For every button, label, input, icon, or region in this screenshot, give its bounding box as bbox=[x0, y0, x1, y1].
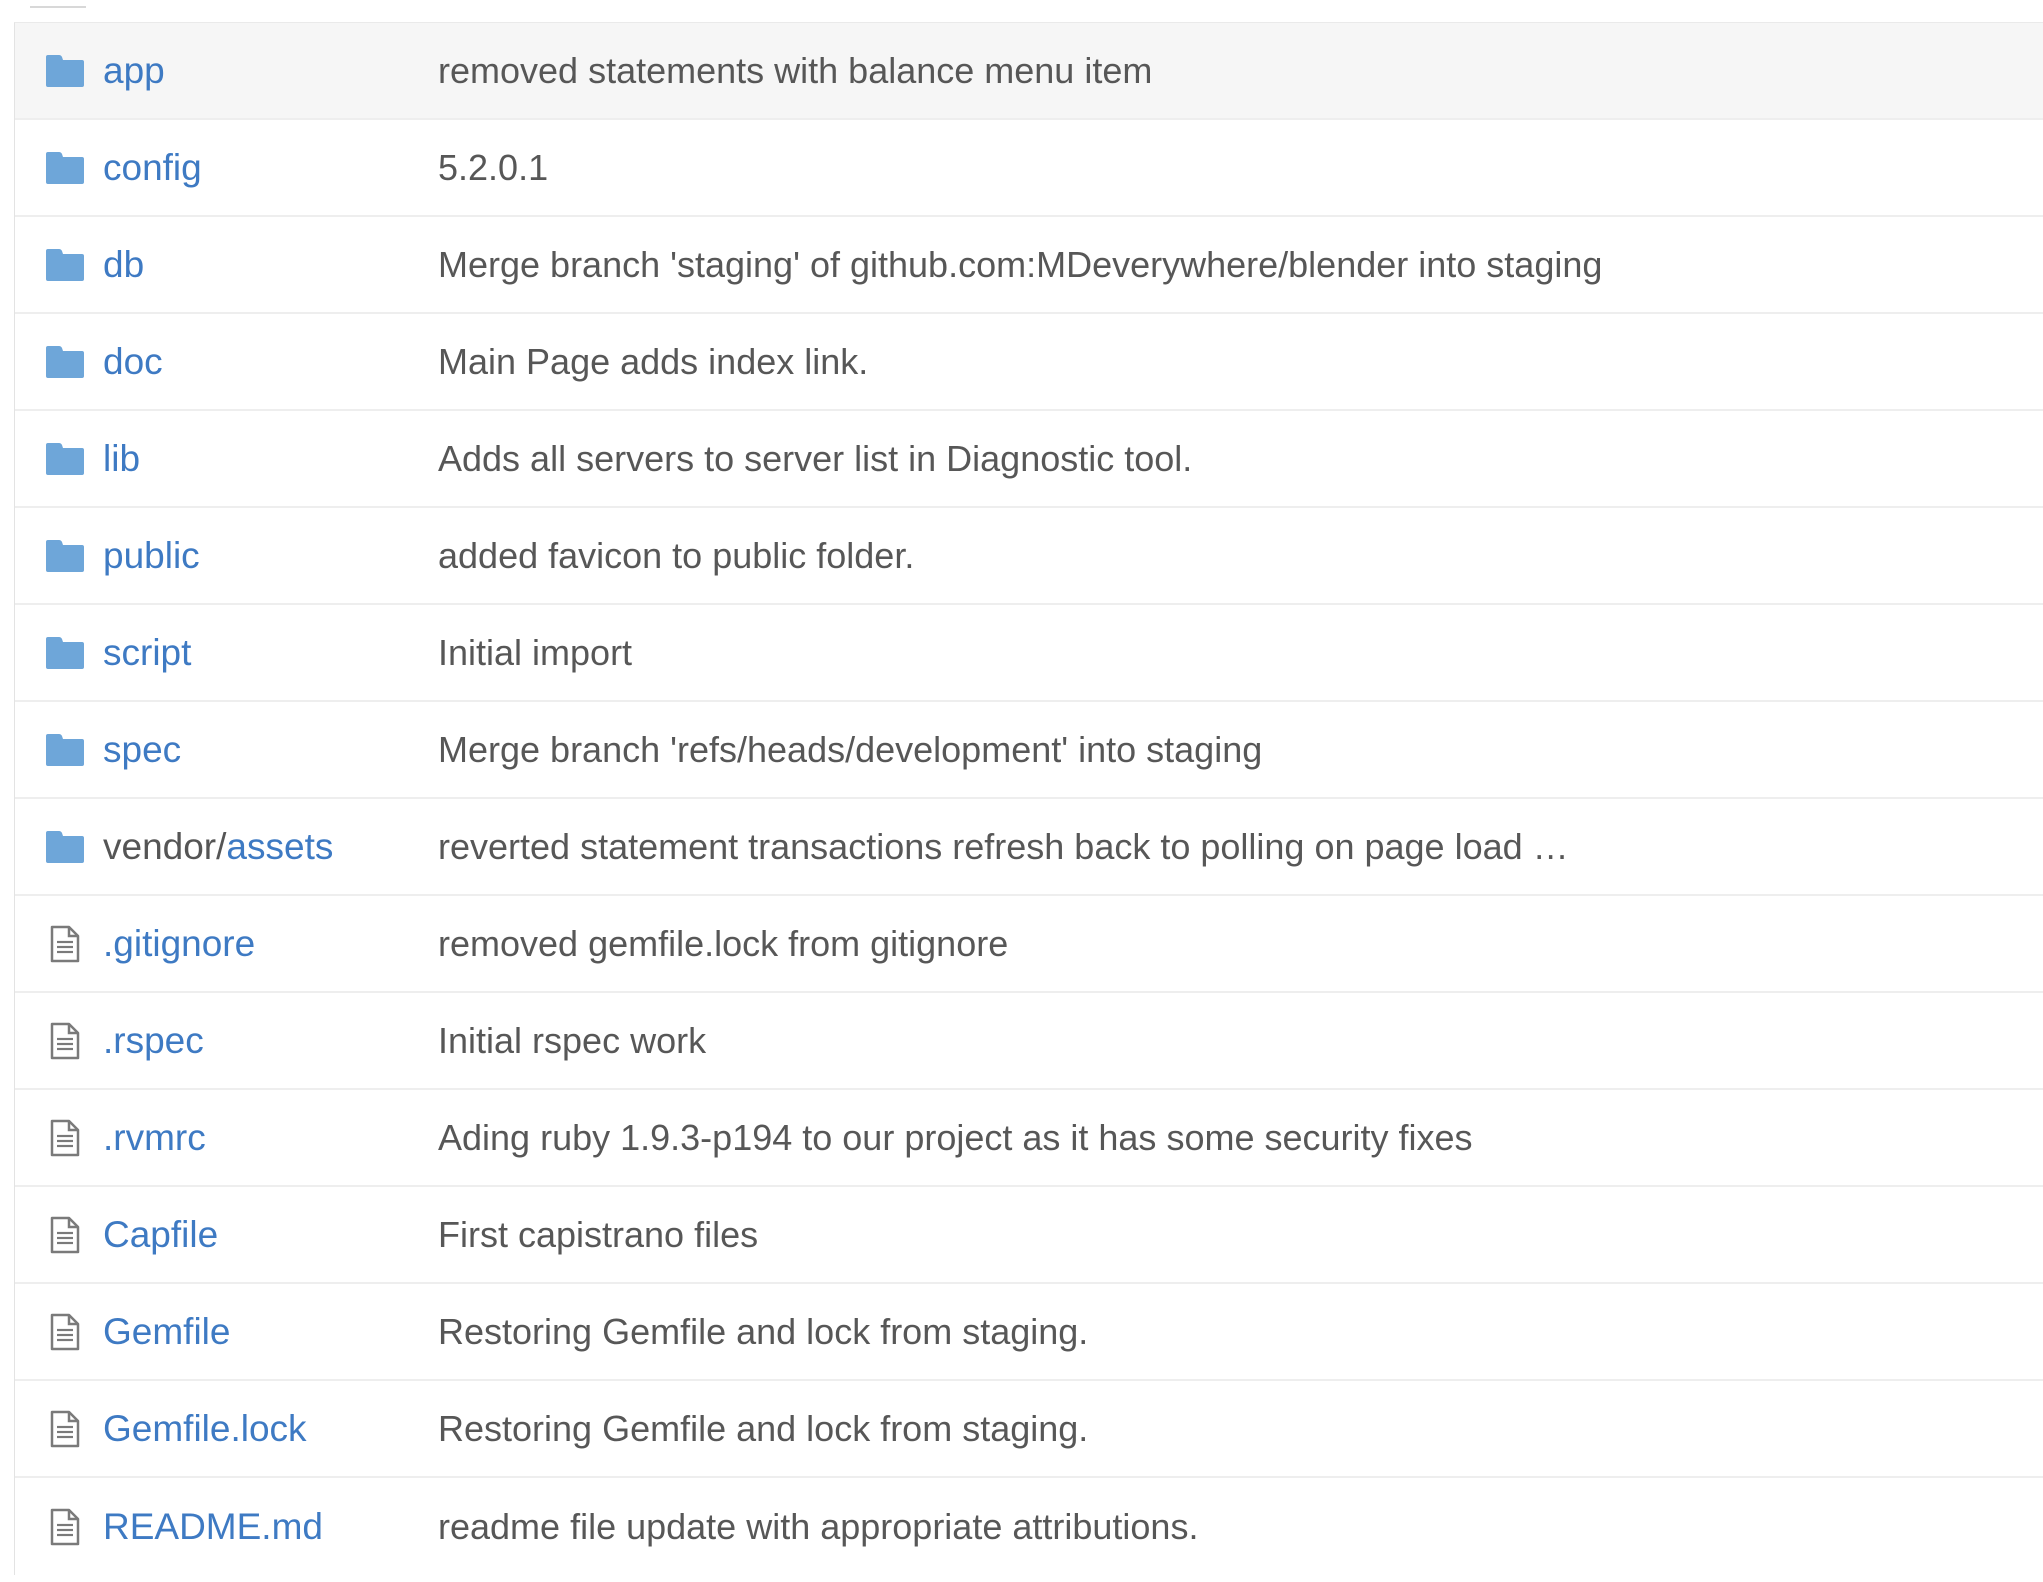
file-icon bbox=[45, 1021, 85, 1061]
commit-message-link[interactable]: Ading ruby 1.9.3-p194 to our project as … bbox=[438, 1117, 1473, 1159]
folder-icon bbox=[45, 342, 85, 382]
commit-message-link[interactable]: First capistrano files bbox=[438, 1214, 758, 1256]
file-row[interactable]: Gemfile Restoring Gemfile and lock from s… bbox=[15, 1284, 2043, 1381]
folder-name-link[interactable]: config bbox=[103, 147, 202, 189]
folder-icon bbox=[45, 51, 85, 91]
folder-name-link[interactable]: vendor/assets bbox=[103, 826, 333, 868]
commit-message-link[interactable]: Merge branch 'staging' of github.com:MDe… bbox=[438, 244, 1602, 286]
folder-name-link[interactable]: public bbox=[103, 535, 200, 577]
folder-name-link[interactable]: app bbox=[103, 50, 165, 92]
file-icon bbox=[45, 1215, 85, 1255]
folder-row[interactable]: script Initial import bbox=[15, 605, 2043, 702]
folder-name-link[interactable]: doc bbox=[103, 341, 163, 383]
commit-message-link[interactable]: Adds all servers to server list in Diagn… bbox=[438, 438, 1192, 480]
folder-name-link[interactable]: script bbox=[103, 632, 191, 674]
commit-message-link[interactable]: Initial rspec work bbox=[438, 1020, 706, 1062]
file-icon bbox=[45, 1312, 85, 1352]
commit-message-link[interactable]: Initial import bbox=[438, 632, 632, 674]
file-name-link[interactable]: Gemfile bbox=[103, 1311, 230, 1353]
folder-icon bbox=[45, 245, 85, 285]
folder-icon bbox=[45, 439, 85, 479]
folder-row[interactable]: db Merge branch 'staging' of github.com:M… bbox=[15, 217, 2043, 314]
commit-message-link[interactable]: 5.2.0.1 bbox=[438, 147, 548, 189]
file-name-link[interactable]: .rvmrc bbox=[103, 1117, 206, 1159]
commit-message-link[interactable]: Main Page adds index link. bbox=[438, 341, 868, 383]
entry-name[interactable]: config bbox=[103, 147, 202, 188]
entry-name[interactable]: README.md bbox=[103, 1506, 323, 1547]
file-name-link[interactable]: .gitignore bbox=[103, 923, 255, 965]
commit-message-link[interactable]: removed statements with balance menu ite… bbox=[438, 50, 1152, 92]
path-prefix: vendor/ bbox=[103, 825, 227, 867]
entry-name[interactable]: db bbox=[103, 244, 144, 285]
file-row[interactable]: .rspec Initial rspec work bbox=[15, 993, 2043, 1090]
folder-row[interactable]: public added favicon to public folder. bbox=[15, 508, 2043, 605]
file-icon bbox=[45, 1118, 85, 1158]
commit-message-link[interactable]: readme file update with appropriate attr… bbox=[438, 1506, 1198, 1548]
entry-name[interactable]: Capfile bbox=[103, 1214, 218, 1255]
file-row[interactable]: README.md readme file update with appropr… bbox=[15, 1478, 2043, 1575]
folder-name-link[interactable]: spec bbox=[103, 729, 181, 771]
folder-name-link[interactable]: lib bbox=[103, 438, 140, 480]
file-row[interactable]: .gitignore removed gemfile.lock from giti… bbox=[15, 896, 2043, 993]
top-divider bbox=[30, 0, 86, 8]
file-row[interactable]: Gemfile.lock Restoring Gemfile and lock f… bbox=[15, 1381, 2043, 1478]
entry-name[interactable]: app bbox=[103, 50, 165, 91]
entry-name[interactable]: .rvmrc bbox=[103, 1117, 206, 1158]
folder-icon bbox=[45, 536, 85, 576]
entry-name[interactable]: Gemfile.lock bbox=[103, 1408, 307, 1449]
folder-row[interactable]: doc Main Page adds index link. bbox=[15, 314, 2043, 411]
file-name-link[interactable]: README.md bbox=[103, 1506, 323, 1548]
commit-message-link[interactable]: reverted statement transactions refresh … bbox=[438, 826, 1569, 868]
file-row[interactable]: Capfile First capistrano files bbox=[15, 1187, 2043, 1284]
file-icon bbox=[45, 1409, 85, 1449]
file-list-table: app removed statements with balance menu … bbox=[14, 22, 2043, 1575]
folder-name-link[interactable]: db bbox=[103, 244, 144, 286]
commit-message-link[interactable]: Restoring Gemfile and lock from staging. bbox=[438, 1408, 1088, 1450]
commit-message-link[interactable]: removed gemfile.lock from gitignore bbox=[438, 923, 1008, 965]
entry-name[interactable]: assets bbox=[226, 826, 333, 867]
entry-name[interactable]: .rspec bbox=[103, 1020, 204, 1061]
commit-message-link[interactable]: Merge branch 'refs/heads/development' in… bbox=[438, 729, 1262, 771]
entry-name[interactable]: doc bbox=[103, 341, 163, 382]
file-name-link[interactable]: Gemfile.lock bbox=[103, 1408, 307, 1450]
file-name-link[interactable]: Capfile bbox=[103, 1214, 218, 1256]
file-icon bbox=[45, 1507, 85, 1547]
entry-name[interactable]: script bbox=[103, 632, 191, 673]
page-top bbox=[0, 0, 2043, 8]
entry-name[interactable]: public bbox=[103, 535, 200, 576]
entry-name[interactable]: lib bbox=[103, 438, 140, 479]
commit-message-link[interactable]: Restoring Gemfile and lock from staging. bbox=[438, 1311, 1088, 1353]
folder-row[interactable]: vendor/assets reverted statement transact… bbox=[15, 799, 2043, 896]
folder-row[interactable]: app removed statements with balance menu … bbox=[15, 23, 2043, 120]
folder-icon bbox=[45, 148, 85, 188]
folder-icon bbox=[45, 730, 85, 770]
entry-name[interactable]: .gitignore bbox=[103, 923, 255, 964]
folder-row[interactable]: lib Adds all servers to server list in Di… bbox=[15, 411, 2043, 508]
entry-name[interactable]: Gemfile bbox=[103, 1311, 230, 1352]
folder-icon bbox=[45, 827, 85, 867]
commit-message-link[interactable]: added favicon to public folder. bbox=[438, 535, 914, 577]
folder-icon bbox=[45, 633, 85, 673]
folder-row[interactable]: config 5.2.0.1 bbox=[15, 120, 2043, 217]
folder-row[interactable]: spec Merge branch 'refs/heads/development… bbox=[15, 702, 2043, 799]
file-name-link[interactable]: .rspec bbox=[103, 1020, 204, 1062]
file-row[interactable]: .rvmrc Ading ruby 1.9.3-p194 to our proje… bbox=[15, 1090, 2043, 1187]
entry-name[interactable]: spec bbox=[103, 729, 181, 770]
file-icon bbox=[45, 924, 85, 964]
